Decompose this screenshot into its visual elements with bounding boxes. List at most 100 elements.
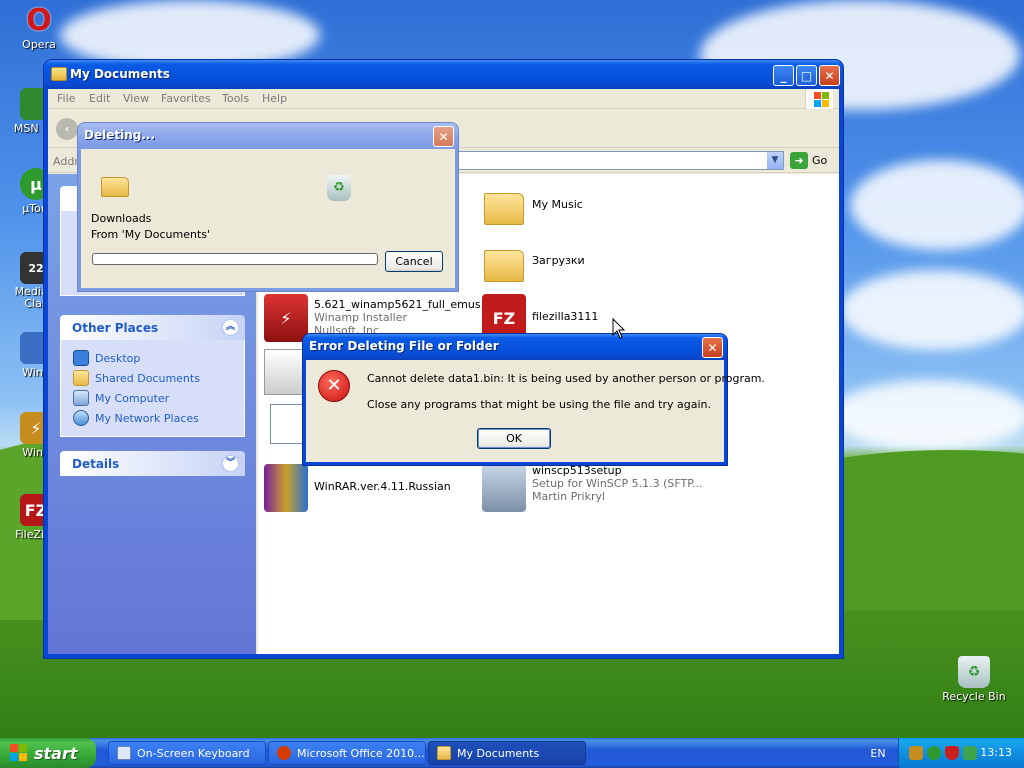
error-icon: ✕ [318,370,350,402]
file-name: WinRAR.ver.4.11.Russian [314,480,451,493]
deleting-dialog: Deleting... ✕ ♻ Downloads From 'My Docum… [78,123,458,291]
details-title: Details [72,457,120,471]
file-item-zagruzki[interactable]: Загрузки [482,238,585,286]
close-button[interactable]: ✕ [702,337,723,358]
my-computer-icon [73,390,89,406]
task-label: On-Screen Keyboard [137,746,250,760]
other-places-header[interactable]: Other Places ︽ [60,315,245,340]
folder-icon [101,177,129,197]
start-label: start [34,743,78,763]
menu-file[interactable]: File [57,92,75,105]
window-title: My Documents [70,67,170,81]
error-message: Cannot delete data1.bin: It is being use… [367,372,765,385]
error-hint: Close any programs that might be using t… [367,398,712,411]
folder-icon [73,370,89,386]
menu-favorites[interactable]: Favorites [161,92,211,105]
folder-icon [482,238,526,286]
chevron-down-icon[interactable]: ︾ [222,455,239,472]
other-places-desktop[interactable]: Desktop [73,348,232,368]
network-tray-icon[interactable] [963,746,977,760]
link-label: Desktop [95,351,141,365]
folder-icon [437,746,451,760]
other-places-network[interactable]: My Network Places [73,408,232,428]
task-my-documents[interactable]: My Documents [428,741,586,765]
winrar-icon [264,464,308,512]
file-description: Winamp Installer [314,311,408,324]
chevron-up-icon[interactable]: ︽ [222,319,239,336]
error-dialog-title: Error Deleting File or Folder [309,339,499,353]
winamp-installer-icon: ⚡ [264,294,308,342]
desktop-icon-opera[interactable]: O Opera [3,2,75,52]
task-label: Microsoft Office 2010... [297,746,425,760]
file-name: winscp513setup [532,464,622,477]
office-icon [277,746,291,760]
desktop-icon-label: Recycle Bin [942,690,1006,703]
menu-tools[interactable]: Tools [222,92,249,105]
delete-progress-bar [92,253,378,265]
task-microsoft-office[interactable]: Microsoft Office 2010... [268,741,426,765]
maximize-button[interactable]: □ [796,65,817,86]
clock: 13:13 [980,746,1012,759]
go-label: Go [812,154,828,167]
error-dialog-titlebar[interactable]: Error Deleting File or Folder [303,334,727,360]
partial-file-icon[interactable] [270,404,306,444]
minimize-button[interactable]: _ [773,65,794,86]
details-header[interactable]: Details ︾ [60,451,245,476]
file-name: 5.621_winamp5621_full_emus... [314,298,492,311]
link-label: My Network Places [95,411,199,425]
file-item-my-music[interactable]: My Music [482,182,583,230]
chevron-down-icon[interactable]: ▼ [767,152,783,169]
menu-help[interactable]: Help [262,92,287,105]
go-button[interactable]: ➜ Go [790,152,827,169]
task-label: My Documents [457,746,540,760]
other-places-shared-documents[interactable]: Shared Documents [73,368,232,388]
menu-view[interactable]: View [123,92,149,105]
file-item-winrar[interactable]: WinRAR.ver.4.11.Russian [264,464,451,512]
menu-edit[interactable]: Edit [89,92,110,105]
link-label: My Computer [95,391,170,405]
file-name: filezilla3111 [532,310,599,323]
deleting-dialog-titlebar[interactable]: Deleting... [78,123,458,149]
winamp-tray-icon[interactable] [909,746,923,760]
windows-flag-icon [10,744,28,762]
desktop-icon [73,350,89,366]
close-button[interactable]: ✕ [819,65,840,86]
task-on-screen-keyboard[interactable]: On-Screen Keyboard [108,741,266,765]
mouse-cursor [612,318,626,339]
details-panel: Details ︾ [60,451,245,476]
start-button[interactable]: start [0,738,96,768]
close-button[interactable]: ✕ [433,126,454,147]
go-arrow-icon: ➜ [790,152,808,169]
keyboard-icon [117,746,131,760]
file-description: Setup for WinSCP 5.1.3 (SFTP... [532,477,703,490]
other-places-title: Other Places [72,321,159,335]
utorrent-tray-icon[interactable] [927,746,941,760]
deleting-item-name: Downloads [91,212,152,225]
partial-file-icon[interactable] [264,349,308,395]
file-item-winscp-setup[interactable]: winscp513setup Setup for WinSCP 5.1.3 (S… [482,464,703,512]
deleting-dialog-title: Deleting... [84,128,156,142]
back-button[interactable]: ‹ [56,118,78,140]
other-places-my-computer[interactable]: My Computer [73,388,232,408]
explorer-titlebar[interactable]: My Documents _ □ ✕ [44,60,843,89]
file-name: Загрузки [532,254,585,267]
folder-icon [51,67,67,81]
error-dialog: Error Deleting File or Folder ✕ ✕ Cannot… [303,334,765,465]
network-places-icon [73,410,89,426]
system-tray: 13:13 [898,738,1024,768]
desktop-icon-recycle-bin[interactable]: ♻ Recycle Bin [938,656,1010,703]
ok-button[interactable]: OK [477,428,551,449]
my-music-folder-icon [482,182,526,230]
language-indicator[interactable]: EN [860,738,896,768]
windows-logo-icon [805,89,833,109]
opera-icon: O [26,2,52,38]
menu-bar: File Edit View Favorites Tools Help [48,89,839,109]
taskbar: start On-Screen Keyboard Microsoft Offic… [0,738,1024,768]
link-label: Shared Documents [95,371,200,385]
file-company: Martin Prikryl [532,490,606,503]
security-shield-icon[interactable] [945,746,959,760]
deleting-item-source: From 'My Documents' [91,228,211,241]
cancel-button[interactable]: Cancel [385,251,443,272]
winscp-setup-icon [482,464,526,512]
error-dialog-body: ✕ Cannot delete data1.bin: It is being u… [306,360,765,462]
